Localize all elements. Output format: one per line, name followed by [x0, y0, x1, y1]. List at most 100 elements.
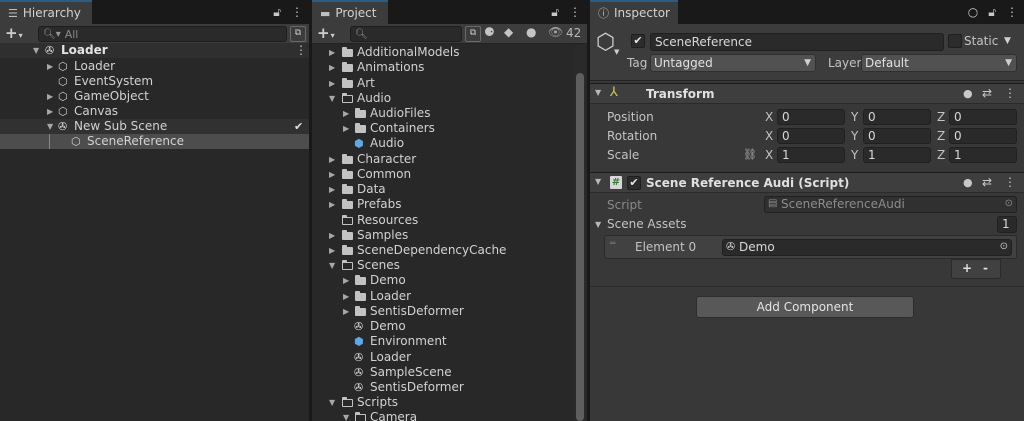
transform-header[interactable]: ▼ ⅄ Transform ● ⇄ ⋮ [590, 83, 1024, 104]
project-item[interactable]: ✇ Loader [312, 350, 587, 365]
expanded-arrow-icon[interactable]: ▼ [329, 258, 335, 273]
scrollbar-thumb[interactable] [576, 73, 584, 421]
script-component-header[interactable]: ▼ # ✔ Scene Reference Audi (Script) ● ⇄ … [590, 172, 1024, 193]
expanded-arrow-icon[interactable]: ▼ [595, 88, 601, 97]
project-item[interactable]: ▶ Data [312, 182, 587, 197]
project-item[interactable]: ▶ Containers [312, 121, 587, 136]
expanded-arrow-icon[interactable]: ▼ [329, 395, 335, 410]
create-button[interactable]: +▾ [5, 25, 23, 44]
element-0-field[interactable]: ✇ Demo ⊙ [722, 239, 1012, 256]
collapsed-arrow-icon[interactable]: ▶ [47, 104, 53, 119]
hierarchy-item[interactable]: ▶ ⬡ GameObject [0, 89, 309, 104]
create-button[interactable]: +▾ [317, 25, 335, 44]
axis-y-label[interactable]: Y [851, 110, 858, 124]
position-z-field[interactable]: 0 [949, 109, 1017, 125]
collapsed-arrow-icon[interactable]: ▶ [329, 243, 335, 258]
layer-dropdown[interactable]: Default ▼ [861, 54, 1017, 72]
collapsed-arrow-icon[interactable]: ▶ [343, 121, 349, 136]
collapsed-arrow-icon[interactable]: ▶ [47, 59, 53, 74]
collapsed-arrow-icon[interactable]: ▶ [329, 197, 335, 212]
project-item[interactable]: ▶ Art [312, 76, 587, 91]
label-icon[interactable]: ◆ [504, 25, 513, 39]
icon-dropdown-arrow[interactable]: ▼ [614, 48, 619, 56]
axis-z-label[interactable]: Z [937, 110, 945, 124]
project-item[interactable]: ▼ Audio [312, 91, 587, 106]
more-icon[interactable]: ⋮ [291, 5, 303, 19]
axis-x-label[interactable]: X [765, 148, 773, 162]
gameobject-cube-icon[interactable]: ⬡ [596, 30, 615, 55]
checkmark-icon[interactable]: ✔ [294, 119, 303, 134]
scale-z-field[interactable]: 1 [949, 147, 1017, 163]
project-item[interactable]: ▶ Animations [312, 60, 587, 75]
object-name-field[interactable]: SceneReference [650, 33, 944, 51]
project-item[interactable]: ▼ Camera [312, 410, 587, 421]
project-item[interactable]: ▶ Common [312, 167, 587, 182]
axis-y-label[interactable]: Y [851, 129, 858, 143]
help-icon[interactable]: ● [963, 87, 973, 100]
scene-visibility-icon[interactable]: ⧉ [290, 26, 306, 42]
more-icon[interactable]: ⋮ [569, 5, 581, 19]
rotation-x-field[interactable]: 0 [777, 128, 845, 144]
project-item[interactable]: ▶ SentisDeformer [312, 304, 587, 319]
error-icon[interactable]: ● [526, 25, 536, 39]
project-item[interactable]: ⬢ Environment [312, 334, 587, 349]
scrollbar-track[interactable] [574, 45, 586, 421]
lock-icon[interactable]: 🔓︎ [551, 5, 559, 20]
drag-handle-icon[interactable]: ═ [610, 239, 615, 249]
more-icon[interactable]: ⋮ [1006, 5, 1018, 19]
collapsed-arrow-icon[interactable]: ▶ [329, 228, 335, 243]
expanded-arrow-icon[interactable]: ▼ [33, 43, 39, 58]
collapsed-arrow-icon[interactable]: ▶ [47, 89, 53, 104]
project-item[interactable]: ▶ Character [312, 152, 587, 167]
collapsed-arrow-icon[interactable]: ▶ [329, 45, 335, 60]
collapsed-arrow-icon[interactable]: ▶ [343, 106, 349, 121]
constrain-proportions-icon[interactable]: ⛓︎ [743, 148, 757, 161]
axis-z-label[interactable]: Z [937, 148, 945, 162]
filter-icon[interactable]: ⚈ [484, 25, 495, 39]
tag-dropdown[interactable]: Untagged ▼ [650, 54, 816, 72]
collapsed-arrow-icon[interactable]: ▶ [329, 152, 335, 167]
collapsed-arrow-icon[interactable]: ▶ [343, 289, 349, 304]
add-component-button[interactable]: Add Component [696, 296, 914, 318]
hierarchy-item[interactable]: ⬡ EventSystem [0, 74, 309, 89]
scene-menu-icon[interactable]: ⋮ [295, 43, 307, 58]
component-menu-icon[interactable]: ⋮ [1004, 86, 1016, 100]
hierarchy-item-selected[interactable]: ⬡ SceneReference [0, 134, 309, 149]
project-item[interactable]: ▶ Samples [312, 228, 587, 243]
axis-x-label[interactable]: X [765, 129, 773, 143]
project-item[interactable]: ✇ SampleScene [312, 365, 587, 380]
list-count-field[interactable]: 1 [997, 216, 1017, 233]
axis-z-label[interactable]: Z [937, 129, 945, 143]
expanded-arrow-icon[interactable]: ▼ [343, 410, 349, 421]
hierarchy-root[interactable]: ▼ ✇ Loader ⋮ [0, 43, 309, 58]
project-item[interactable]: ▼ Scripts [312, 395, 587, 410]
add-element-button[interactable]: + [962, 261, 972, 275]
project-item[interactable]: ▶ Prefabs [312, 197, 587, 212]
collapsed-arrow-icon[interactable]: ▶ [329, 60, 335, 75]
position-y-field[interactable]: 0 [863, 109, 931, 125]
expanded-arrow-icon[interactable]: ▼ [47, 119, 53, 134]
debug-toggle-icon[interactable]: ○ [968, 5, 978, 19]
rotation-z-field[interactable]: 0 [949, 128, 1017, 144]
static-dropdown[interactable]: ▼ [1004, 36, 1011, 46]
rotation-y-field[interactable]: 0 [863, 128, 931, 144]
object-picker-icon[interactable]: ⊙ [1005, 197, 1013, 211]
expanded-arrow-icon[interactable]: ▼ [595, 220, 601, 229]
project-item[interactable]: ▶ Demo [312, 273, 587, 288]
component-enabled-checkbox[interactable]: ✔ [627, 176, 641, 190]
collapsed-arrow-icon[interactable]: ▶ [329, 76, 335, 91]
collapsed-arrow-icon[interactable]: ▶ [329, 167, 335, 182]
hierarchy-search[interactable]: 🔍︎▾ All [38, 26, 287, 42]
search-by-type-icon[interactable]: ⧉ [465, 26, 481, 42]
expanded-arrow-icon[interactable]: ▼ [595, 177, 601, 186]
project-item[interactable]: ⬢ Audio [312, 136, 587, 151]
lock-icon[interactable]: 🔓︎ [988, 5, 996, 20]
eye-icon[interactable]: 👁︎ [548, 25, 563, 39]
component-menu-icon[interactable]: ⋮ [1004, 175, 1016, 189]
hierarchy-item[interactable]: ▶ ⬡ Canvas [0, 104, 309, 119]
project-item[interactable]: ✇ SentisDeformer [312, 380, 587, 395]
expanded-arrow-icon[interactable]: ▼ [329, 91, 335, 106]
collapsed-arrow-icon[interactable]: ▶ [329, 182, 335, 197]
scale-y-field[interactable]: 1 [863, 147, 931, 163]
presets-icon[interactable]: ⇄ [982, 175, 992, 189]
